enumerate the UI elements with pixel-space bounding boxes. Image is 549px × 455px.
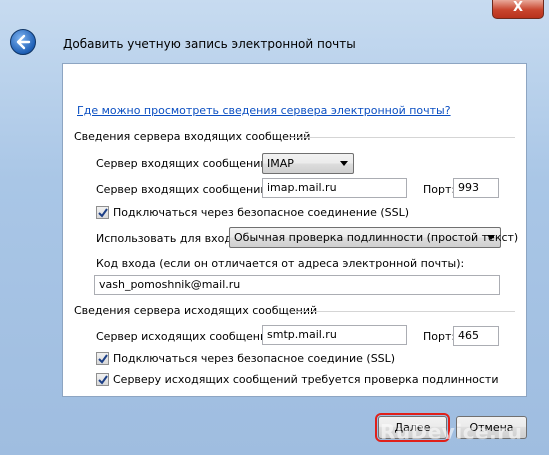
checkmark-icon [98,354,108,364]
dialog-header: Добавить учетную запись электронной почт… [0,20,549,62]
outgoing-section-title: Сведения сервера исходящих сообщений [74,304,318,317]
server-type-value: IMAP [267,157,294,170]
outgoing-auth-label: Серверу исходящих сообщений требуется пр… [113,373,499,386]
back-arrow-icon [16,34,31,50]
incoming-ssl-label: Подключаться через безопасное соединение… [113,206,410,219]
help-link[interactable]: Где можно просмотреть сведения сервера э… [77,104,451,117]
outgoing-port-label: Порт: [423,330,456,343]
login-method-select[interactable]: Обычная проверка подлинности (простой те… [229,227,518,248]
incoming-server-input[interactable]: imap.mail.ru [262,178,407,198]
outgoing-server-input[interactable]: smtp.mail.ru [262,325,407,345]
incoming-port-input[interactable]: 993 [453,178,499,198]
checkmark-icon [98,375,108,385]
outgoing-ssl-label: Подключаться через безопасное соединие (… [113,352,396,365]
back-button[interactable] [10,29,36,55]
incoming-section-title: Сведения сервера входящих сообщений [74,130,311,143]
watermark: RuDevice.ru [380,420,523,444]
server-type-select[interactable]: IMAP [262,153,354,174]
dialog-title: Добавить учетную запись электронной почт… [63,37,356,51]
chevron-down-icon [340,161,348,166]
checkmark-icon [98,208,108,218]
outgoing-server-label: Сервер исходящих сообщений: [96,330,278,343]
close-button[interactable]: X [492,0,544,19]
login-label: Код входа (если он отличается от адреса … [96,257,465,270]
incoming-separator [289,137,515,138]
outgoing-auth-checkbox[interactable] [96,373,109,386]
outgoing-ssl-checkbox[interactable] [96,352,109,365]
incoming-port-label: Порт: [423,183,456,196]
incoming-server-label: Сервер входящих сообщений: [96,183,272,196]
outgoing-separator [293,311,515,312]
login-method-label: Использовать для входа: [96,232,243,245]
login-method-value: Обычная проверка подлинности (простой те… [234,231,519,244]
server-type-label: Сервер входящих сообщений [96,157,268,170]
outgoing-port-input[interactable]: 465 [453,326,499,346]
chevron-down-icon [487,235,495,240]
login-input[interactable]: vash_pomoshnik@mail.ru [94,275,500,295]
incoming-ssl-checkbox[interactable] [96,206,109,219]
